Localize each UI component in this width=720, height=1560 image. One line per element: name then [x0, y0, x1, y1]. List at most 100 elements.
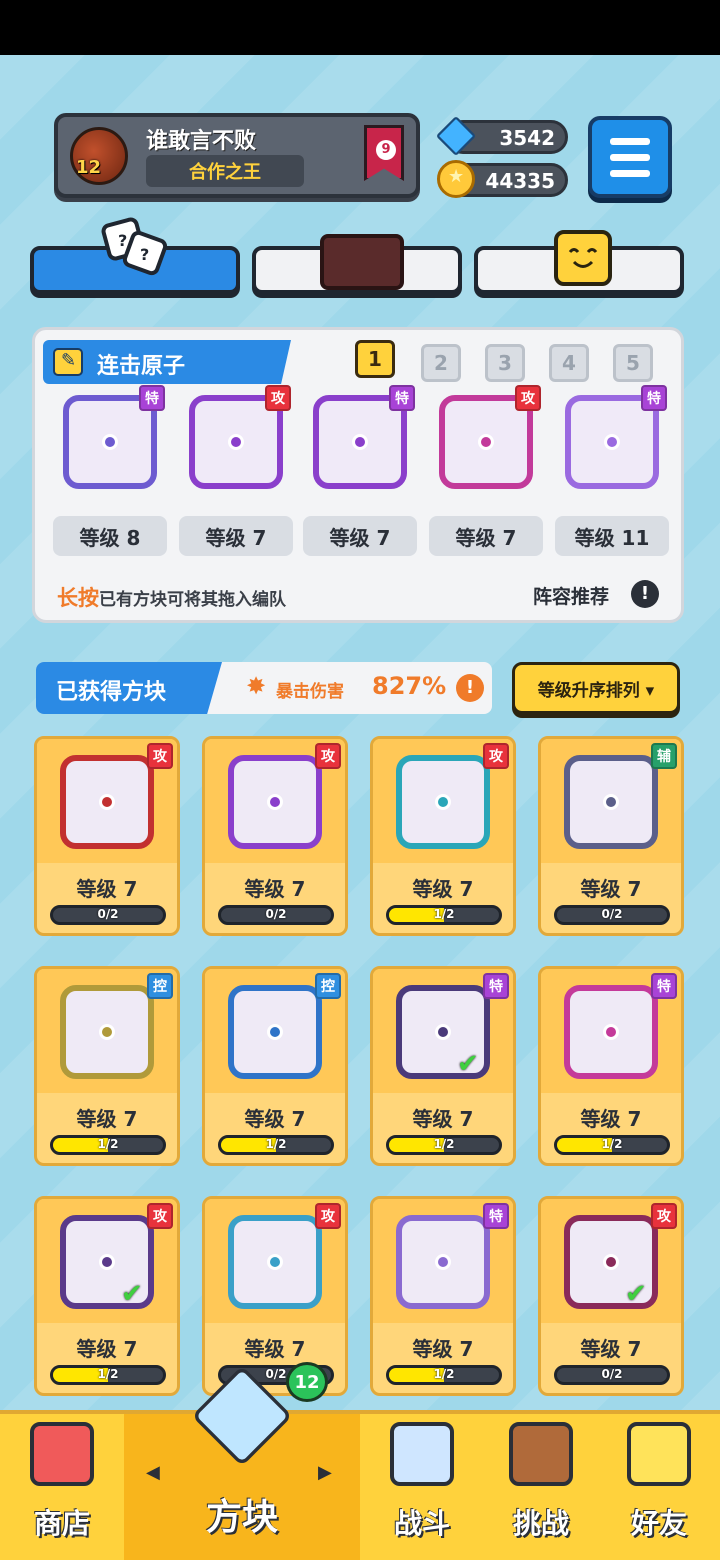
nav-shop[interactable]: 商店 — [0, 1414, 124, 1560]
menu-bar-icon — [610, 170, 650, 177]
block-type-tag: 攻 — [315, 1203, 341, 1229]
bottom-nav: 商店 方块 战斗 挑战 好友 — [0, 1365, 720, 1560]
smiley-cube-icon — [554, 230, 612, 286]
block-art: 控 — [205, 969, 345, 1093]
player-name: 谁敢言不败 — [146, 129, 257, 154]
friend-character-icon — [627, 1422, 691, 1486]
nav-left-arrow-icon[interactable]: ◀ — [146, 1462, 160, 1483]
menu-button[interactable] — [588, 116, 672, 198]
deck-tab-smiley[interactable] — [474, 230, 684, 294]
combo-slot[interactable]: 特 — [305, 385, 415, 503]
block-level: 等级 7 — [580, 1107, 642, 1131]
deck-number-1[interactable]: 1 — [355, 340, 395, 378]
coin-counter[interactable]: 44335 — [437, 160, 568, 198]
block-core-icon — [99, 794, 115, 810]
crit-label: 暴击伤害 — [276, 682, 344, 702]
in-deck-check-icon: ✔ — [625, 1279, 647, 1309]
combo-slot-level: 等级 8 — [53, 516, 167, 556]
crit-info-icon[interactable]: ! — [456, 674, 484, 702]
upgrade-progress-bar: 1/2 — [386, 905, 502, 925]
owned-label: 已获得方块 — [56, 680, 167, 705]
block-level: 等级 7 — [580, 1337, 642, 1361]
combo-slot[interactable]: 特 — [55, 385, 165, 503]
block-frame-icon — [396, 1215, 490, 1309]
board-icon — [320, 234, 404, 290]
menu-bar-icon — [610, 154, 650, 161]
block-card[interactable]: 控等级 7 1/2 — [34, 966, 180, 1166]
progress-text: 1/2 — [265, 1137, 287, 1151]
block-card[interactable]: 辅等级 7 0/2 — [538, 736, 684, 936]
block-core-icon — [267, 1254, 283, 1270]
player-profile-panel[interactable]: 12 谁敢言不败 合作之王 9 — [54, 113, 420, 198]
block-card[interactable]: 控等级 7 1/2 — [202, 966, 348, 1166]
upgrade-progress-bar: 1/2 — [554, 1135, 670, 1155]
block-card[interactable]: 特 ✔ 等级 7 1/2 — [370, 966, 516, 1166]
rank-ribbon-icon[interactable]: 9 — [364, 125, 404, 181]
nav-blocks-label: 方块 — [205, 1497, 278, 1538]
block-core-icon — [352, 434, 368, 450]
combo-slot[interactable]: 攻 — [431, 385, 541, 503]
block-type-tag: 特 — [483, 1203, 509, 1229]
block-card[interactable]: 攻等级 7 0/2 — [202, 736, 348, 936]
block-type-tag: 攻 — [147, 1203, 173, 1229]
block-type-tag: 特 — [389, 385, 415, 411]
block-core-icon — [99, 1024, 115, 1040]
progress-text: 1/2 — [433, 907, 455, 921]
challenge-sign-icon — [509, 1422, 573, 1486]
block-core-icon — [267, 794, 283, 810]
combo-deck-panel: 连击原子 1 2 3 4 5 特等级 8 攻等级 7 特等级 7 攻等级 7 特等级 1… — [32, 327, 684, 623]
deck-tab-dice[interactable]: ? ? — [30, 217, 240, 294]
block-art: 辅 — [541, 739, 681, 863]
upgrade-progress-bar: 1/2 — [386, 1365, 502, 1385]
in-deck-check-icon: ✔ — [121, 1279, 143, 1309]
nav-blocks[interactable]: 方块 — [124, 1365, 360, 1560]
block-card[interactable]: 特等级 7 1/2 — [538, 966, 684, 1166]
block-level: 等级 7 — [412, 1337, 474, 1361]
combo-slot[interactable]: 攻 — [181, 385, 291, 503]
nav-friends[interactable]: 好友 — [598, 1414, 720, 1560]
progress-text: 0/2 — [97, 907, 119, 921]
block-card[interactable]: 攻 ✔ 等级 7 0/2 — [538, 1196, 684, 1396]
block-type-tag: 攻 — [147, 743, 173, 769]
block-type-tag: 特 — [651, 973, 677, 999]
nav-friends-label: 好友 — [630, 1507, 687, 1540]
deck-number-5[interactable]: 5 — [613, 344, 653, 382]
in-deck-check-icon: ✔ — [457, 1049, 479, 1079]
block-level: 等级 7 — [76, 1107, 138, 1131]
gem-counter[interactable]: 3542 — [435, 115, 568, 157]
upgrade-progress-bar: 0/2 — [554, 905, 670, 925]
svg-text:?: ? — [118, 231, 127, 250]
upgrade-progress-bar: 0/2 — [50, 905, 166, 925]
nav-battle[interactable]: 战斗 — [360, 1414, 484, 1560]
coin-icon — [437, 160, 475, 198]
block-art: 攻 ✔ — [37, 1199, 177, 1323]
edit-pencil-icon[interactable] — [53, 348, 83, 376]
nav-right-arrow-icon[interactable]: ▶ — [318, 1462, 332, 1483]
block-level: 等级 7 — [244, 1107, 306, 1131]
block-card[interactable]: 特等级 7 1/2 — [370, 1196, 516, 1396]
owned-label-box: 已获得方块 — [36, 662, 222, 714]
gem-amount: 3542 — [499, 126, 555, 150]
deck-number-3[interactable]: 3 — [485, 344, 525, 382]
block-card[interactable]: 攻等级 7 0/2 — [202, 1196, 348, 1396]
combo-slot[interactable]: 特 — [557, 385, 667, 503]
block-art: 控 — [37, 969, 177, 1093]
block-card[interactable]: 攻 ✔ 等级 7 1/2 — [34, 1196, 180, 1396]
deck-tab-board[interactable] — [252, 234, 462, 294]
sort-button[interactable]: 等级升序排列 ▾ — [512, 662, 680, 714]
hint-text: 已有方块可将其拖入编队 — [99, 590, 286, 610]
nav-challenge[interactable]: 挑战 — [484, 1414, 598, 1560]
block-frame-icon — [564, 755, 658, 849]
deck-number-2[interactable]: 2 — [421, 344, 461, 382]
block-level: 等级 7 — [244, 877, 306, 901]
block-card[interactable]: 攻等级 7 0/2 — [34, 736, 180, 936]
deck-number-4[interactable]: 4 — [549, 344, 589, 382]
lineup-recommend-button[interactable]: 阵容推荐 — [533, 582, 609, 609]
block-card[interactable]: 攻等级 7 1/2 — [370, 736, 516, 936]
dice-icon: ? ? — [100, 216, 170, 278]
player-title: 合作之王 — [146, 155, 304, 187]
nav-challenge-label: 挑战 — [512, 1507, 569, 1540]
block-frame-icon — [228, 755, 322, 849]
block-level: 等级 7 — [412, 877, 474, 901]
recommend-info-icon[interactable]: ! — [631, 580, 659, 608]
